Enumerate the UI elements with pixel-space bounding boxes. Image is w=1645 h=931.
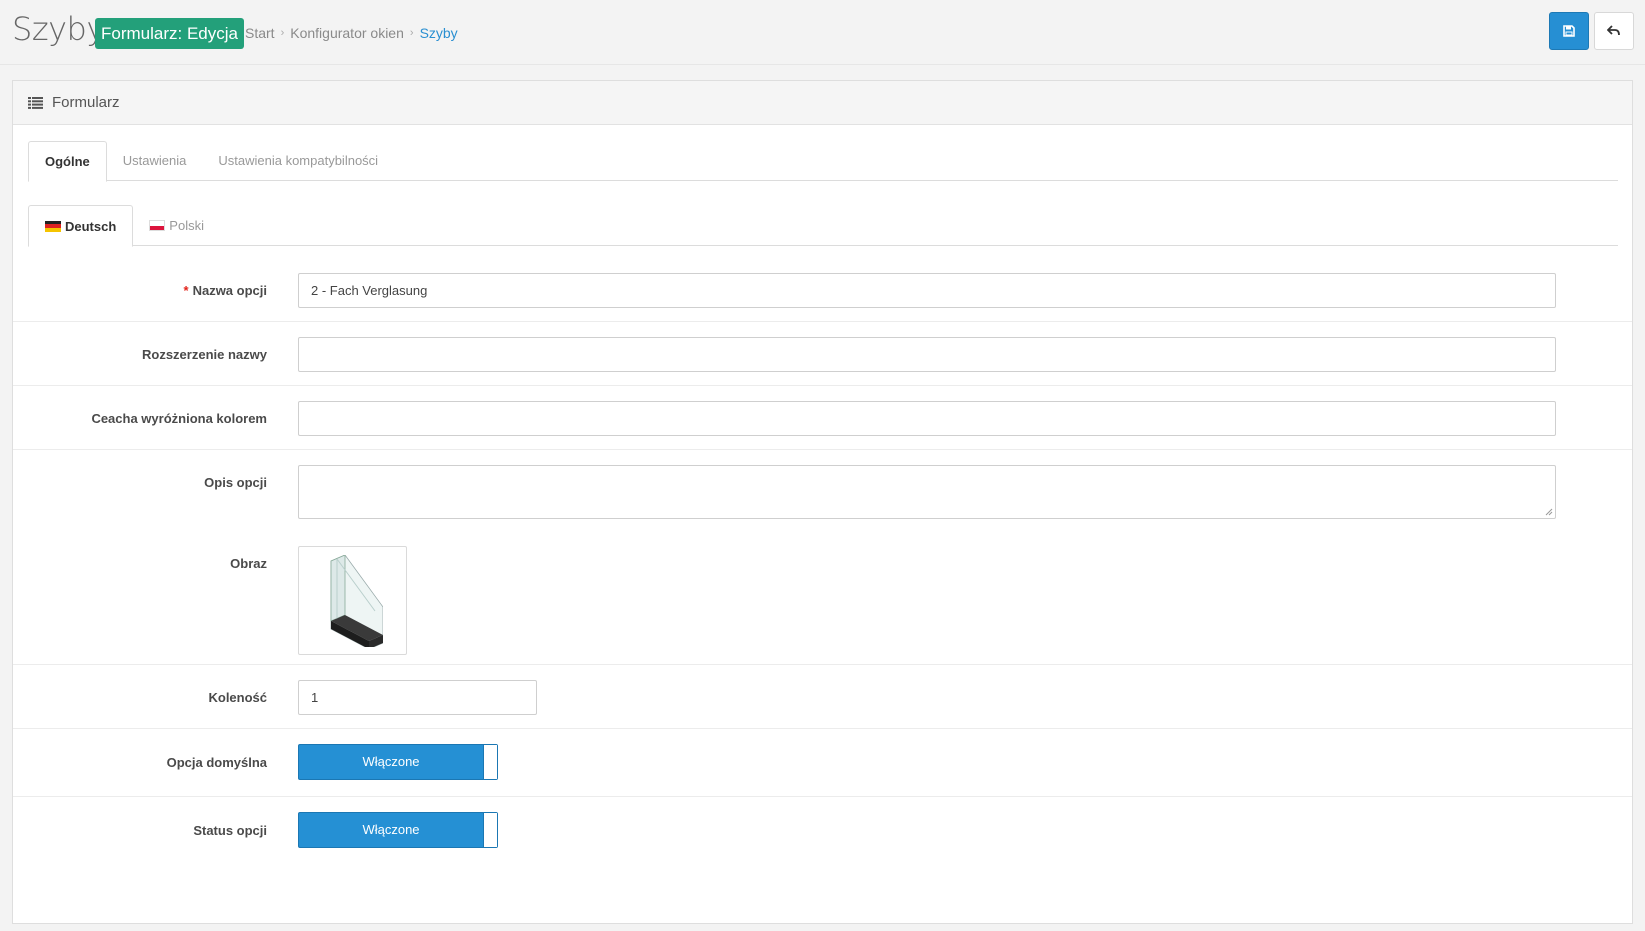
- form-row-option-description: Opis opcji: [13, 450, 1632, 520]
- name-extension-label: Rozszerzenie nazwy: [142, 347, 267, 362]
- de-flag-icon: [45, 220, 61, 232]
- page-title: Szyby: [12, 10, 105, 48]
- tab-general[interactable]: Ogólne: [28, 141, 107, 182]
- default-option-toggle[interactable]: Włączone: [298, 744, 498, 780]
- undo-icon: [1607, 25, 1620, 36]
- option-description-label: Opis opcji: [204, 475, 267, 490]
- option-status-toggle[interactable]: Włączone: [298, 812, 498, 848]
- save-icon: [1563, 25, 1575, 37]
- lang-tab-polski[interactable]: Polski: [133, 205, 220, 246]
- image-label: Obraz: [230, 556, 267, 571]
- pl-flag-icon: [149, 220, 166, 231]
- back-button[interactable]: [1594, 12, 1634, 50]
- order-input[interactable]: 1: [298, 680, 537, 715]
- lang-tab-label: Polski: [169, 218, 204, 233]
- page-header: Szyby Formularz: Edycja Start › Konfigur…: [0, 0, 1645, 65]
- option-description-textarea[interactable]: [298, 465, 1556, 519]
- mode-badge: Formularz: Edycja: [95, 18, 244, 49]
- tab-compatibility-settings[interactable]: Ustawienia kompatybilności: [202, 141, 394, 181]
- form-panel: Formularz Ogólne Ustawienia Ustawienia k…: [12, 80, 1633, 924]
- form-row-color-feature: Ceacha wyróżniona kolorem: [13, 386, 1632, 450]
- form-row-name-extension: Rozszerzenie nazwy: [13, 322, 1632, 386]
- breadcrumb-separator-icon: ›: [280, 27, 285, 39]
- toggle-knob: [483, 745, 497, 779]
- form-row-option-status: Status opcji Włączone: [13, 797, 1632, 867]
- color-feature-label: Ceacha wyróżniona kolorem: [91, 411, 267, 426]
- option-status-label: Status opcji: [193, 823, 267, 838]
- default-option-label: Opcja domyślna: [166, 755, 267, 770]
- save-button[interactable]: [1549, 12, 1589, 50]
- form-tabs: Ogólne Ustawienia Ustawienia kompatybiln…: [28, 141, 1618, 182]
- toggle-knob: [483, 813, 497, 847]
- form-row-image: Obraz: [13, 520, 1632, 665]
- breadcrumb-separator-icon: ›: [409, 27, 414, 39]
- resize-grip-icon[interactable]: [1545, 508, 1553, 516]
- required-marker: *: [183, 283, 189, 298]
- language-tabs: Deutsch Polski: [28, 205, 1618, 247]
- form-row-order: Koleność 1: [13, 665, 1632, 729]
- panel-heading: Formularz: [13, 81, 1632, 125]
- double-glazing-icon: [330, 554, 383, 647]
- list-icon: [28, 96, 43, 109]
- name-extension-input[interactable]: [298, 337, 1556, 372]
- image-thumbnail[interactable]: [298, 546, 407, 655]
- breadcrumb-item-configurator[interactable]: Konfigurator okien: [290, 25, 404, 41]
- lang-tab-label: Deutsch: [65, 218, 117, 234]
- option-name-input[interactable]: 2 - Fach Verglasung: [298, 273, 1556, 308]
- toggle-state-label: Włączone: [362, 754, 420, 769]
- color-feature-input[interactable]: [298, 401, 1556, 436]
- breadcrumb-item-current[interactable]: Szyby: [420, 25, 458, 41]
- breadcrumb-item-start[interactable]: Start: [245, 25, 275, 41]
- option-name-label: * Nazwa opcji: [183, 283, 267, 298]
- form-row-option-name: * Nazwa opcji 2 - Fach Verglasung: [13, 258, 1632, 322]
- tab-settings[interactable]: Ustawienia: [107, 141, 203, 181]
- breadcrumb: Start › Konfigurator okien › Szyby: [245, 25, 458, 41]
- lang-tab-deutsch[interactable]: Deutsch: [28, 205, 134, 247]
- toggle-state-label: Włączone: [362, 822, 420, 837]
- panel-heading-title: Formularz: [52, 94, 120, 111]
- order-label: Koleność: [208, 690, 267, 705]
- form-row-default-option: Opcja domyślna Włączone: [13, 729, 1632, 797]
